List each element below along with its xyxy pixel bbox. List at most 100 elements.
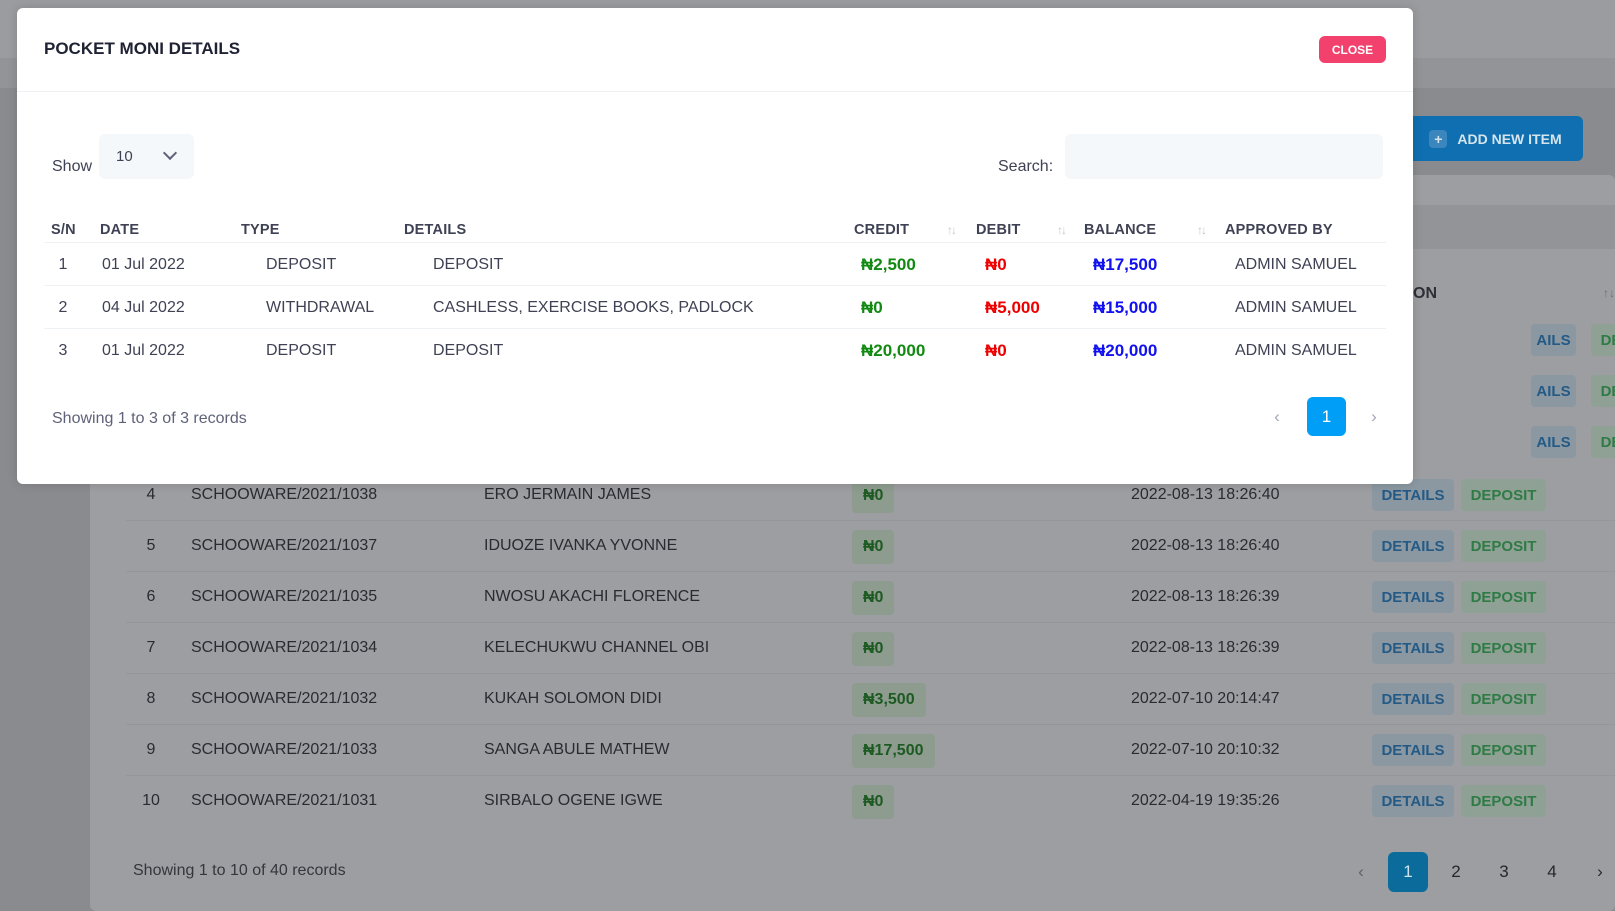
modal-title: POCKET MONI DETAILS [44, 39, 241, 58]
row-sn: 5 [146, 537, 156, 554]
row-student-id: SCHOOWARE/2021/1034 [191, 639, 378, 656]
table-row: 10 SCHOOWARE/2021/1031 SIRBALO OGENE IGW… [126, 776, 1615, 827]
row-details: DEPOSIT [433, 342, 504, 359]
table-row: 3 01 Jul 2022 DEPOSIT DEPOSIT ₦20,000 ₦0… [44, 329, 1386, 372]
row-sn: 9 [146, 741, 156, 758]
row-student-name: KUKAH SOLOMON DIDI [484, 690, 662, 707]
row-date: 01 Jul 2022 [102, 342, 185, 359]
page-button-4[interactable]: 4 [1532, 852, 1572, 892]
chevron-down-icon [162, 145, 178, 161]
deposit-button[interactable]: DEPOSIT [1591, 426, 1615, 458]
deposit-button[interactable]: DEPOSIT [1591, 375, 1615, 407]
sort-icon: ↑↓ [947, 223, 957, 237]
row-balance: ₦20,000 [1093, 341, 1158, 360]
row-date: 2022-07-10 20:10:32 [1131, 741, 1280, 758]
records-summary: Showing 1 to 3 of 3 records [52, 410, 247, 427]
next-page-icon[interactable]: › [1362, 397, 1386, 436]
row-type: DEPOSIT [266, 342, 337, 359]
row-sn: 2 [58, 299, 68, 316]
page-button-1[interactable]: 1 [1307, 397, 1346, 436]
prev-page-icon[interactable]: ‹ [1350, 852, 1372, 892]
row-date: 2022-04-19 19:35:26 [1131, 792, 1280, 809]
table-row: 5 SCHOOWARE/2021/1037 IDUOZE IVANKA YVON… [126, 521, 1615, 572]
deposit-button[interactable]: DEPOSIT [1461, 530, 1546, 562]
prev-page-icon[interactable]: ‹ [1265, 397, 1289, 436]
close-button[interactable]: CLOSE [1319, 36, 1386, 63]
row-sn: 6 [146, 588, 156, 605]
sort-icon: ↑↓ [1197, 223, 1207, 237]
details-button[interactable]: AILS [1531, 324, 1576, 356]
action-column-header: ON [1413, 285, 1437, 302]
details-button[interactable]: AILS [1531, 375, 1576, 407]
table-row: 1 01 Jul 2022 DEPOSIT DEPOSIT ₦2,500 ₦0 … [44, 243, 1386, 286]
plus-icon: + [1429, 129, 1448, 148]
column-header-balance[interactable]: BALANCE [1084, 222, 1156, 238]
row-debit: ₦0 [985, 341, 1007, 360]
details-button[interactable]: DETAILS [1372, 632, 1454, 664]
deposit-button[interactable]: DEPOSIT [1461, 632, 1546, 664]
row-student-name: KELECHUKWU CHANNEL OBI [484, 639, 710, 656]
row-sn: 3 [58, 342, 68, 359]
pocket-moni-details-modal: POCKET MONI DETAILS CLOSE Show 10 Search… [17, 8, 1413, 484]
column-header-details[interactable]: DETAILS [404, 222, 466, 238]
column-header-debit[interactable]: DEBIT [976, 222, 1021, 238]
show-label: Show [52, 158, 93, 175]
row-student-name: ERO JERMAIN JAMES [484, 486, 652, 503]
row-debit: ₦5,000 [985, 298, 1040, 317]
row-date: 2022-07-10 20:14:47 [1131, 690, 1280, 707]
details-button[interactable]: DETAILS [1372, 683, 1454, 715]
modal-header: POCKET MONI DETAILS CLOSE [17, 8, 1413, 92]
details-button[interactable]: DETAILS [1372, 785, 1454, 817]
row-date: 04 Jul 2022 [102, 299, 185, 316]
row-balance: ₦15,000 [1093, 298, 1158, 317]
table-row: 9 SCHOOWARE/2021/1033 SANGA ABULE MATHEW… [126, 725, 1615, 776]
row-approved-by: ADMIN SAMUEL [1235, 299, 1357, 316]
column-header-sn[interactable]: S/N [51, 222, 76, 238]
deposit-button[interactable]: DEPOSIT [1461, 479, 1546, 511]
deposit-button[interactable]: DEPOSIT [1461, 683, 1546, 715]
row-date: 01 Jul 2022 [102, 256, 185, 273]
details-button[interactable]: DETAILS [1372, 530, 1454, 562]
table-row: 6 SCHOOWARE/2021/1035 NWOSU AKACHI FLORE… [126, 572, 1615, 623]
row-balance-badge: ₦17,500 [852, 734, 935, 768]
search-input[interactable] [1065, 134, 1383, 179]
add-new-item-label: ADD NEW ITEM [1457, 130, 1562, 147]
column-header-date[interactable]: DATE [100, 222, 139, 238]
row-sn: 10 [142, 792, 160, 809]
deposit-button[interactable]: DEPOSIT [1461, 734, 1546, 766]
page-length-value: 10 [116, 148, 133, 165]
row-student-id: SCHOOWARE/2021/1037 [191, 537, 378, 554]
sort-icon: ↑↓ [1057, 223, 1067, 237]
row-credit: ₦2,500 [861, 255, 916, 274]
details-button[interactable]: DETAILS [1372, 734, 1454, 766]
row-balance-badge: ₦0 [852, 632, 895, 666]
deposit-button[interactable]: DEPOSIT [1461, 785, 1546, 817]
row-sn: 7 [146, 639, 156, 656]
row-balance-badge: ₦3,500 [852, 683, 926, 717]
details-button[interactable]: DETAILS [1372, 581, 1454, 613]
row-balance-badge: ₦0 [852, 479, 895, 513]
table-row: 8 SCHOOWARE/2021/1032 KUKAH SOLOMON DIDI… [126, 674, 1615, 725]
row-type: DEPOSIT [266, 256, 337, 273]
deposit-button[interactable]: DEPOSIT [1461, 581, 1546, 613]
row-balance-badge: ₦0 [852, 581, 895, 615]
deposit-button[interactable]: DEPOSIT [1591, 324, 1615, 356]
row-debit: ₦0 [985, 255, 1007, 274]
column-header-credit[interactable]: CREDIT [854, 222, 909, 238]
page-length-select[interactable]: 10 [99, 134, 194, 179]
row-details: DEPOSIT [433, 256, 504, 273]
details-button[interactable]: AILS [1531, 426, 1576, 458]
row-student-id: SCHOOWARE/2021/1035 [191, 588, 378, 605]
page-button-3[interactable]: 3 [1484, 852, 1524, 892]
row-approved-by: ADMIN SAMUEL [1235, 342, 1357, 359]
row-sn: 4 [146, 486, 156, 503]
row-credit: ₦20,000 [861, 341, 926, 360]
add-new-item-button[interactable]: + ADD NEW ITEM [1408, 116, 1583, 161]
page-button-1[interactable]: 1 [1388, 852, 1428, 892]
row-sn: 1 [58, 256, 68, 273]
row-student-id: SCHOOWARE/2021/1031 [191, 792, 378, 809]
next-page-icon[interactable]: › [1589, 852, 1611, 892]
column-header-type[interactable]: TYPE [241, 222, 280, 238]
page-button-2[interactable]: 2 [1436, 852, 1476, 892]
column-header-approved-by[interactable]: APPROVED BY [1225, 222, 1333, 238]
